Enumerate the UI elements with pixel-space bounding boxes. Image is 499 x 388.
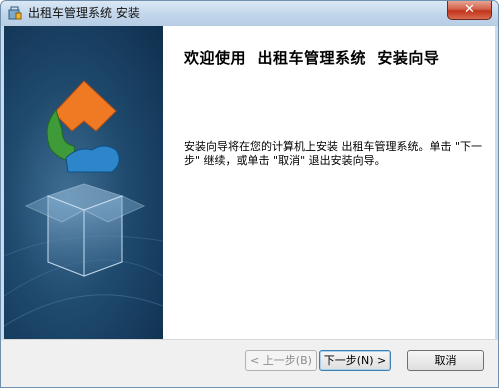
wizard-side-banner — [4, 26, 163, 339]
installer-app-icon — [8, 6, 22, 20]
next-button[interactable]: 下一步(N) > — [319, 350, 391, 371]
title-bar: 出租车管理系统 安装 ✕ — [1, 1, 498, 26]
wizard-content: 欢迎使用 出租车管理系统 安装向导 安装向导将在您的计算机上安装 出租车管理系统… — [4, 26, 495, 339]
close-button[interactable]: ✕ — [447, 1, 492, 20]
cancel-button[interactable]: 取消 — [407, 350, 484, 371]
window-title: 出租车管理系统 安装 — [28, 6, 140, 20]
wizard-text-area: 欢迎使用 出租车管理系统 安装向导 安装向导将在您的计算机上安装 出租车管理系统… — [163, 26, 495, 339]
installer-window: 出租车管理系统 安装 ✕ 欢迎使用 出租车管理系统 安装向导 安装向导将在您的计… — [0, 0, 499, 388]
welcome-heading: 欢迎使用 出租车管理系统 安装向导 — [184, 49, 440, 67]
welcome-description: 安装向导将在您的计算机上安装 出租车管理系统。单击 "下一步" 继续，或单击 "… — [184, 140, 483, 167]
close-icon: ✕ — [464, 2, 475, 17]
puzzle-pieces-icon — [46, 80, 120, 173]
back-button[interactable]: < 上一步(B) — [245, 350, 317, 371]
wizard-button-bar: < 上一步(B) 下一步(N) > 取消 — [1, 339, 498, 387]
setup-graphic — [4, 80, 163, 327]
